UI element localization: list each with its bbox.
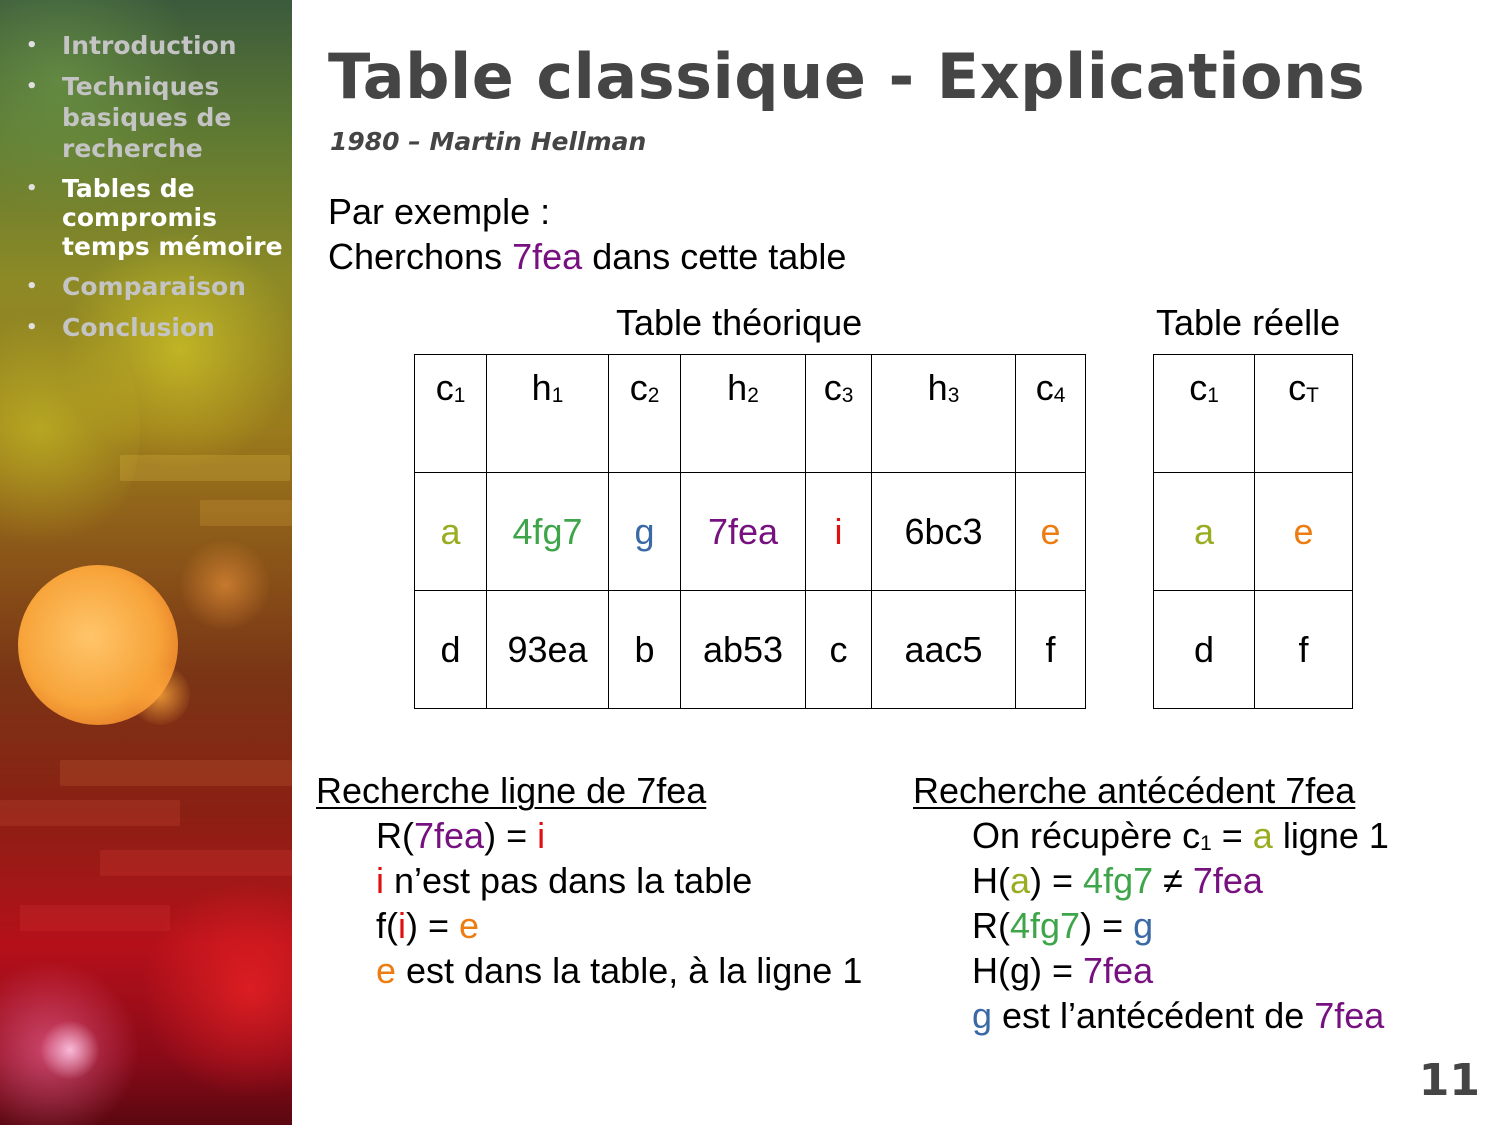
- slide-title: Table classique - Explications: [328, 40, 1366, 113]
- table-cell: e: [1254, 472, 1353, 591]
- nav-item-techniques[interactable]: • Techniques basiques de recherche: [26, 71, 288, 164]
- intro-text: dans cette table: [582, 236, 847, 277]
- bullet-icon: •: [26, 317, 38, 338]
- table-cell: 4fg7: [486, 472, 609, 591]
- light-streak: [20, 905, 170, 931]
- page-number: 11: [1418, 1055, 1480, 1106]
- nav-item-label: Comparaison: [62, 272, 246, 301]
- table-cell: 7fea: [680, 472, 806, 591]
- search-line-step-3: f(i) = e: [376, 905, 480, 946]
- intro-line-2: Cherchons 7fea dans cette table: [328, 236, 846, 278]
- light-streak: [60, 760, 292, 786]
- light-streak: [100, 850, 292, 876]
- table-row: a 4fg7 g 7fea i 6bc3 e: [414, 472, 1086, 591]
- real-table-caption: Table réelle: [1156, 302, 1341, 343]
- table-cell: b: [608, 590, 681, 709]
- nav-item-conclusion[interactable]: • Conclusion: [26, 312, 288, 343]
- header-cell: c4: [1015, 354, 1086, 473]
- table-row: d 93ea b ab53 c aac5 f: [414, 590, 1086, 709]
- nav-item-label: Conclusion: [62, 313, 215, 342]
- nav-item-tables-compromis[interactable]: • Tables de compromis temps mémoire: [26, 174, 288, 261]
- search-antecedent-heading: Recherche antécédent 7fea: [913, 770, 1356, 811]
- bokeh-light: [130, 665, 190, 725]
- search-line-step-4: e est dans la table, à la ligne 1: [376, 950, 863, 991]
- search-key: 7fea: [512, 236, 583, 277]
- search-antecedent-step-4: H(g) = 7fea: [972, 950, 1154, 991]
- light-streak: [120, 455, 290, 481]
- light-streak: [0, 800, 180, 826]
- search-antecedent-step-1: On récupère c1 = a ligne 1: [972, 815, 1389, 856]
- search-antecedent-step-2: H(a) = 4fg7 ≠ 7fea: [972, 860, 1263, 901]
- nav-item-label: Techniques basiques de recherche: [62, 72, 232, 163]
- search-line-heading: Recherche ligne de 7fea: [316, 770, 707, 811]
- slide-subtitle: 1980 – Martin Hellman: [330, 127, 647, 156]
- table-cell: f: [1015, 590, 1086, 709]
- nav-item-label: Tables de compromis temps mémoire: [62, 174, 283, 261]
- table-cell: e: [1015, 472, 1086, 591]
- search-line-step-2: i n’est pas dans la table: [376, 860, 753, 901]
- table-cell: d: [1153, 590, 1255, 709]
- bullet-icon: •: [26, 76, 38, 97]
- bullet-icon: •: [26, 276, 38, 297]
- header-cell: c2: [608, 354, 681, 473]
- real-table: c1 cT a e d f: [1153, 354, 1353, 709]
- table-row: d f: [1153, 590, 1353, 709]
- table-cell: ab53: [680, 590, 806, 709]
- bullet-icon: •: [26, 35, 38, 56]
- bokeh-light: [180, 540, 270, 630]
- nav-item-introduction[interactable]: • Introduction: [26, 30, 288, 61]
- table-header-row: c1 cT: [1153, 354, 1353, 473]
- header-cell: c3: [805, 354, 872, 473]
- header-cell: c1: [1153, 354, 1255, 473]
- theoretical-table: c1 h1 c2 h2 c3 h3 c4 a 4fg7 g 7fea i 6bc…: [414, 354, 1086, 709]
- search-antecedent-step-5: g est l’antécédent de 7fea: [972, 995, 1385, 1036]
- intro-line-1: Par exemple :: [328, 191, 551, 232]
- table-cell: d: [414, 590, 487, 709]
- nav-item-label: Introduction: [62, 31, 237, 60]
- table-cell: i: [805, 472, 872, 591]
- bokeh-light: [40, 1020, 100, 1080]
- theoretical-table-caption: Table théorique: [616, 302, 863, 343]
- light-streak: [200, 500, 292, 526]
- search-line-step-1: R(7fea) = i: [376, 815, 546, 856]
- table-cell: a: [414, 472, 487, 591]
- sidebar: • Introduction • Techniques basiques de re…: [0, 0, 292, 1125]
- table-header-row: c1 h1 c2 h2 c3 h3 c4: [414, 354, 1086, 473]
- header-cell: h2: [680, 354, 806, 473]
- bullet-icon: •: [26, 178, 38, 199]
- header-cell: c1: [414, 354, 487, 473]
- header-cell: cT: [1254, 354, 1353, 473]
- table-cell: 93ea: [486, 590, 609, 709]
- table-cell: c: [805, 590, 872, 709]
- header-cell: h1: [486, 354, 609, 473]
- table-cell: f: [1254, 590, 1353, 709]
- table-row: a e: [1153, 472, 1353, 591]
- table-cell: g: [608, 472, 681, 591]
- intro-text: Cherchons: [328, 236, 513, 277]
- nav-item-comparaison[interactable]: • Comparaison: [26, 271, 288, 302]
- section-nav: • Introduction • Techniques basiques de re…: [26, 30, 288, 353]
- table-cell: aac5: [871, 590, 1016, 709]
- table-cell: a: [1153, 472, 1255, 591]
- search-antecedent-step-3: R(4fg7) = g: [972, 905, 1154, 946]
- header-cell: h3: [871, 354, 1016, 473]
- table-cell: 6bc3: [871, 472, 1016, 591]
